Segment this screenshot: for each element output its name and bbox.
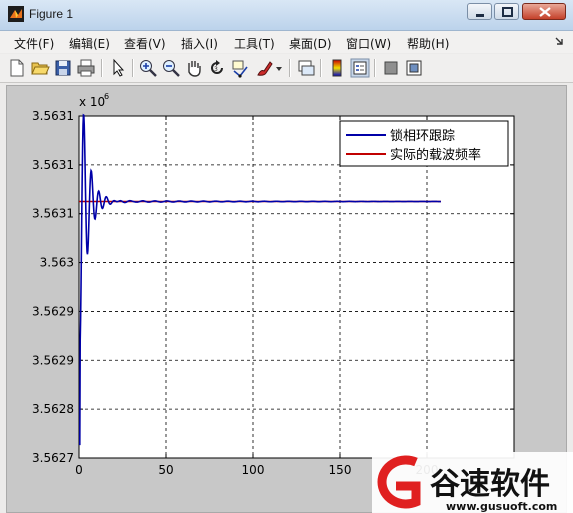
watermark-brand: 谷速软件 (430, 467, 550, 502)
y-tick-label: 3.563 (40, 256, 74, 270)
x-tick-label: 100 (242, 463, 265, 477)
legend-label-actual: 实际的载波频率 (390, 147, 481, 163)
y-tick-label: 3.5631 (32, 158, 74, 172)
y-tick-label: 3.5629 (32, 304, 74, 318)
y-tick-label: 3.5628 (32, 402, 74, 416)
y-tick-label: 3.5631 (32, 109, 74, 123)
axes-box[interactable] (78, 115, 515, 459)
exponent-power: 6 (104, 92, 109, 101)
watermark-url: www.gusuoft.com (446, 500, 557, 513)
x-tick-label: 150 (329, 463, 352, 477)
x-tick-label: 50 (158, 463, 173, 477)
y-tick-label: 3.5627 (32, 451, 74, 465)
watermark-logo: 谷速软件 www.gusuoft.com (372, 452, 573, 513)
x-tick-label: 0 (75, 463, 83, 477)
legend[interactable]: 锁相环跟踪 实际的载波频率 (339, 120, 509, 167)
figure-window: Figure 1 文件(F) 编辑(E) 查看(V) 插入(I) 工具(T) 桌… (0, 0, 573, 513)
plot-svg: 3.5627 3.5628 3.5629 3.5629 3.563 3.5631 3.563… (32, 92, 515, 477)
y-tick-label: 3.5631 (32, 207, 74, 221)
y-tick-label: 3.5629 (32, 353, 74, 367)
y-tick-labels: 3.5627 3.5628 3.5629 3.5629 3.563 3.5631 3.563… (32, 109, 74, 465)
legend-label-tracking: 锁相环跟踪 (390, 128, 455, 144)
exponent-label: x 10 (79, 95, 105, 109)
